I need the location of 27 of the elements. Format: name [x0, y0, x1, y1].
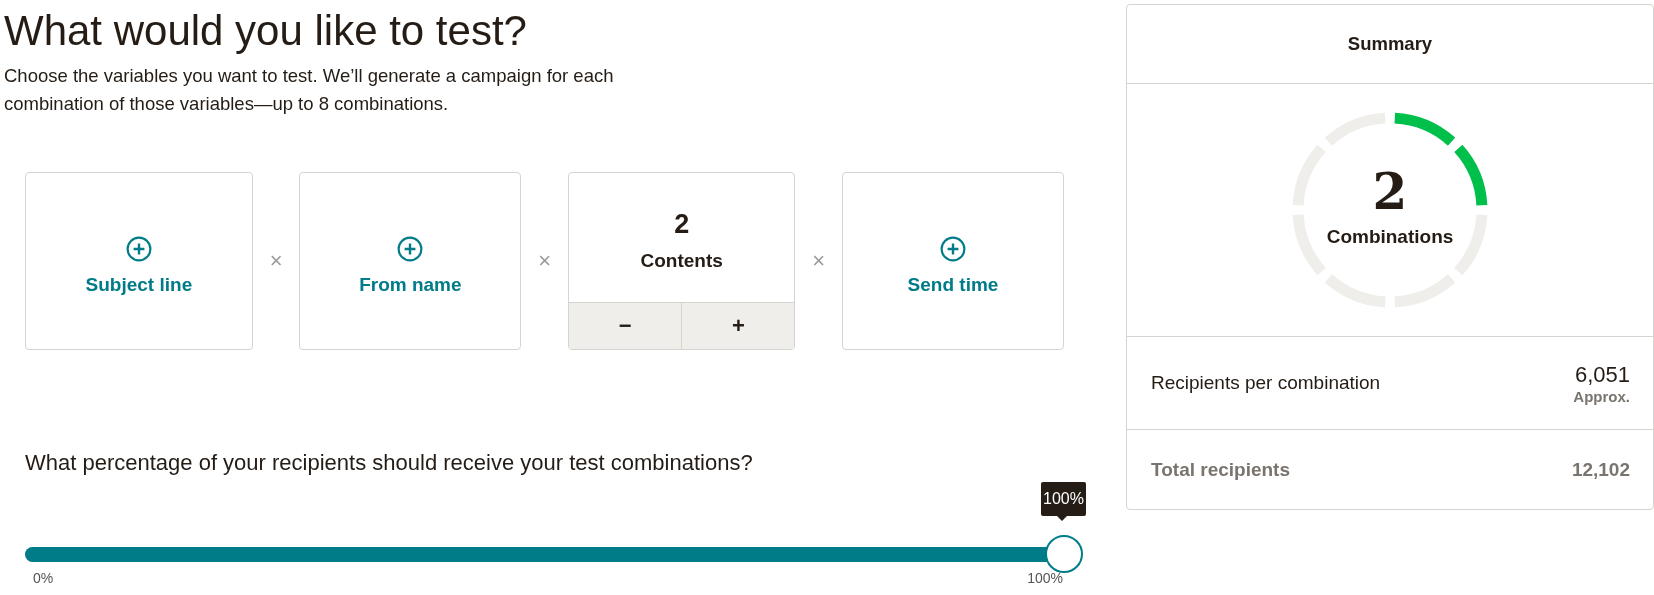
percentage-question: What percentage of your recipients should receive your test combinations? [25, 450, 754, 476]
combination-label: Combinations [1326, 226, 1454, 248]
variable-card[interactable]: Send time [842, 172, 1064, 350]
stat-value: 6,051 [1574, 361, 1630, 388]
description: Choose the variables you want to test. We’ll generate a campaign for each combination of those variables—up to 8 combinations. [4, 64, 615, 116]
stat-value: 12,102 [1571, 458, 1630, 481]
add-icon [940, 235, 966, 262]
stat-label: Total recipients [1151, 458, 1290, 481]
combination-count: 2 [1372, 166, 1408, 218]
value-tooltip: 100% [1041, 482, 1086, 516]
tooltip-pointer [1057, 516, 1067, 521]
add-icon [125, 235, 152, 262]
multiply-sign: × [537, 248, 553, 274]
variable-count: 2 [674, 209, 690, 240]
slider-thumb[interactable] [1045, 535, 1083, 573]
variable-card[interactable]: From name [299, 172, 522, 350]
page-heading: What would you like to test? [4, 6, 528, 56]
multiply-sign: × [268, 248, 284, 274]
max-label: 100% [1027, 570, 1063, 586]
variable-card[interactable]: Subject line [25, 172, 253, 350]
stat-label: Recipients per combination [1151, 372, 1381, 394]
min-label: 0% [33, 570, 54, 586]
multiply-sign: × [811, 248, 827, 274]
variable-label: Contents [640, 250, 723, 272]
summary-title: Summary [1127, 5, 1653, 84]
add-icon [397, 235, 424, 262]
stat-note: Approx. [1573, 387, 1630, 405]
